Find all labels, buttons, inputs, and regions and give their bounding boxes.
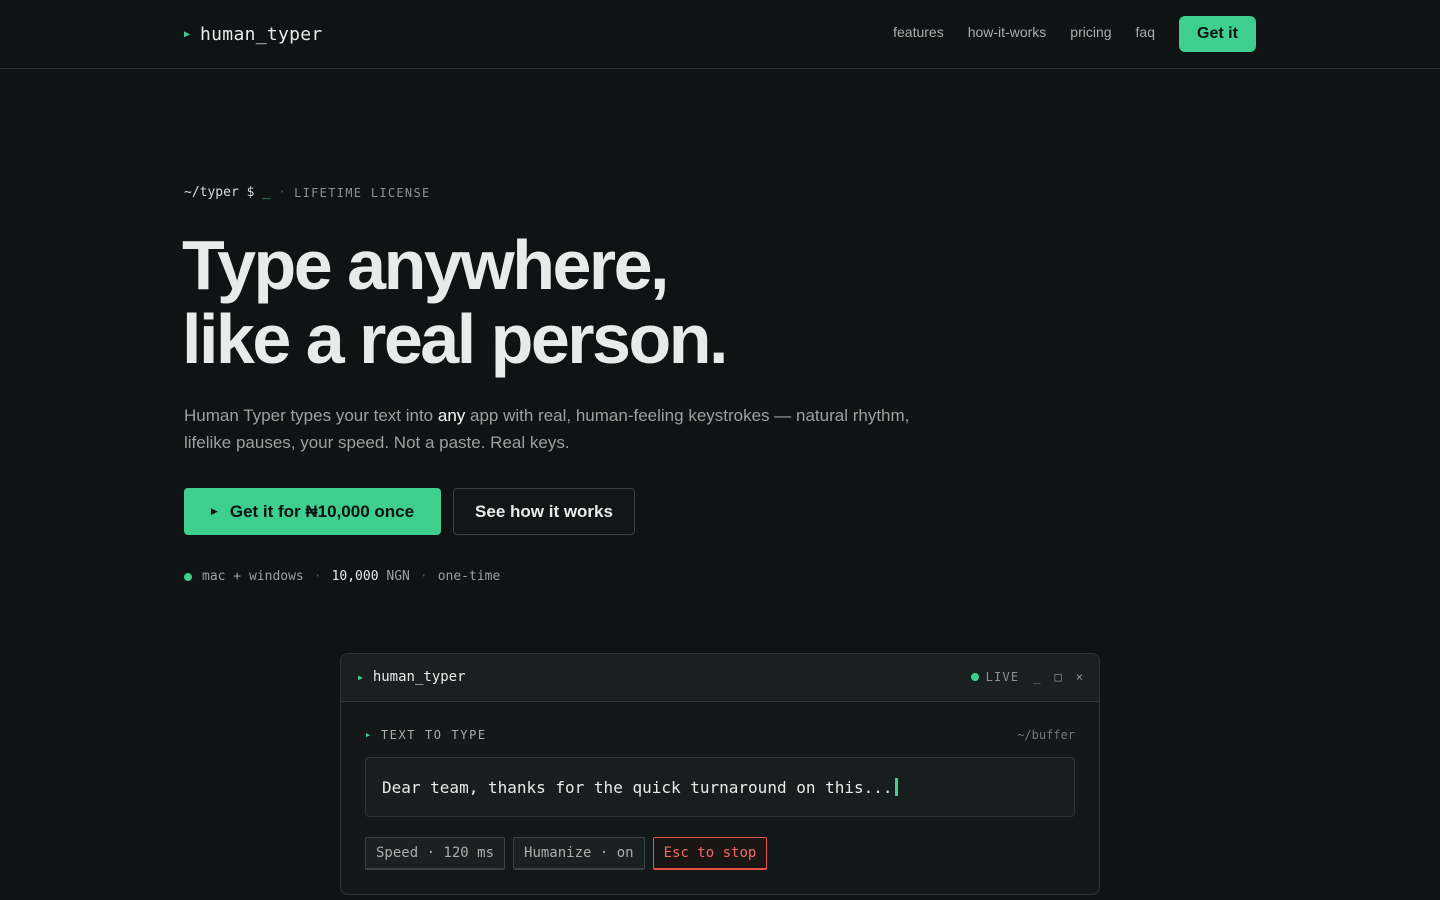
nav-link-pricing[interactable]: pricing xyxy=(1070,24,1111,40)
maximize-icon[interactable]: □ xyxy=(1055,670,1062,684)
nav-links: features how-it-works pricing faq xyxy=(893,24,1155,40)
top-nav: ▶ human_typer features how-it-works pric… xyxy=(0,0,1440,69)
live-dot-icon xyxy=(970,673,979,681)
play-triangle-icon: ▶ xyxy=(184,28,191,40)
text-to-type-label: ▶ TEXT TO TYPE xyxy=(366,728,487,742)
meta-term: one-time xyxy=(437,569,501,584)
meta-price-currency: NGN xyxy=(386,569,410,584)
humanize-chip[interactable]: Humanize · on xyxy=(513,837,645,870)
live-status-label: LIVE xyxy=(985,670,1020,684)
settings-chips: Speed · 120 ms Humanize · on Esc to stop xyxy=(365,837,768,870)
purchase-meta: mac + windows · 10,000 NGN · one-time xyxy=(184,569,500,584)
headline-line-2: like a real person. xyxy=(182,300,728,378)
status-dot-icon xyxy=(184,572,192,581)
app-window-preview: ▶ human_typer LIVE _ □ × ▶ TEXT TO TYPE … xyxy=(340,653,1100,895)
separator-dot: · xyxy=(278,185,287,200)
meta-platforms: mac + windows xyxy=(202,569,304,584)
text-to-type-input[interactable]: Dear team, thanks for the quick turnarou… xyxy=(365,757,1075,817)
play-triangle-icon: ▶ xyxy=(366,731,372,739)
separator-dot: · xyxy=(419,569,428,584)
buffer-text: Dear team, thanks for the quick turnarou… xyxy=(382,777,893,797)
play-triangle-icon: ▶ xyxy=(358,672,363,682)
see-how-it-works-button[interactable]: See how it works xyxy=(453,488,635,535)
lede-emphasis: any xyxy=(437,406,466,425)
terminal-prompt: ~/typer $ _ · LIFETIME LICENSE xyxy=(184,185,431,200)
play-triangle-icon: ▶ xyxy=(210,506,218,516)
window-titlebar: ▶ human_typer LIVE _ □ × xyxy=(341,654,1099,702)
minimize-icon[interactable]: _ xyxy=(1033,670,1040,684)
live-status: LIVE xyxy=(970,670,1020,684)
nav-link-features[interactable]: features xyxy=(893,24,944,40)
text-caret xyxy=(894,778,898,796)
nav-link-how-it-works[interactable]: how-it-works xyxy=(968,24,1047,40)
window-title-text: human_typer xyxy=(372,669,466,685)
license-badge: LIFETIME LICENSE xyxy=(294,185,431,200)
meta-price: 10,000 NGN xyxy=(332,569,410,584)
buffer-path: ~/buffer xyxy=(1017,728,1075,742)
close-icon[interactable]: × xyxy=(1076,670,1083,684)
lede-part-1: Human Typer types your text into xyxy=(184,406,438,425)
section-label-text: TEXT TO TYPE xyxy=(380,728,487,742)
buy-button-label: Get it for ₦10,000 once xyxy=(229,501,415,521)
window-title: ▶ human_typer xyxy=(358,669,466,685)
hero-description: Human Typer types your text into any app… xyxy=(184,402,944,456)
window-controls: LIVE _ □ × xyxy=(970,670,1083,684)
esc-stop-chip[interactable]: Esc to stop xyxy=(652,837,768,870)
separator-dot: · xyxy=(313,569,322,584)
headline-line-1: Type anywhere, xyxy=(182,226,670,304)
prompt-cursor: _ xyxy=(262,185,271,200)
brand-logo[interactable]: ▶ human_typer xyxy=(184,22,323,46)
speed-chip[interactable]: Speed · 120 ms xyxy=(365,837,506,870)
buy-button[interactable]: ▶ Get it for ₦10,000 once xyxy=(184,488,441,535)
nav-link-faq[interactable]: faq xyxy=(1136,24,1155,40)
hero-headline: Type anywhere, like a real person. xyxy=(182,226,728,378)
brand-name: human_typer xyxy=(200,23,323,45)
prompt-text: ~/typer $ xyxy=(184,185,255,200)
meta-price-value: 10,000 xyxy=(331,569,379,584)
get-it-button[interactable]: Get it xyxy=(1179,16,1256,52)
